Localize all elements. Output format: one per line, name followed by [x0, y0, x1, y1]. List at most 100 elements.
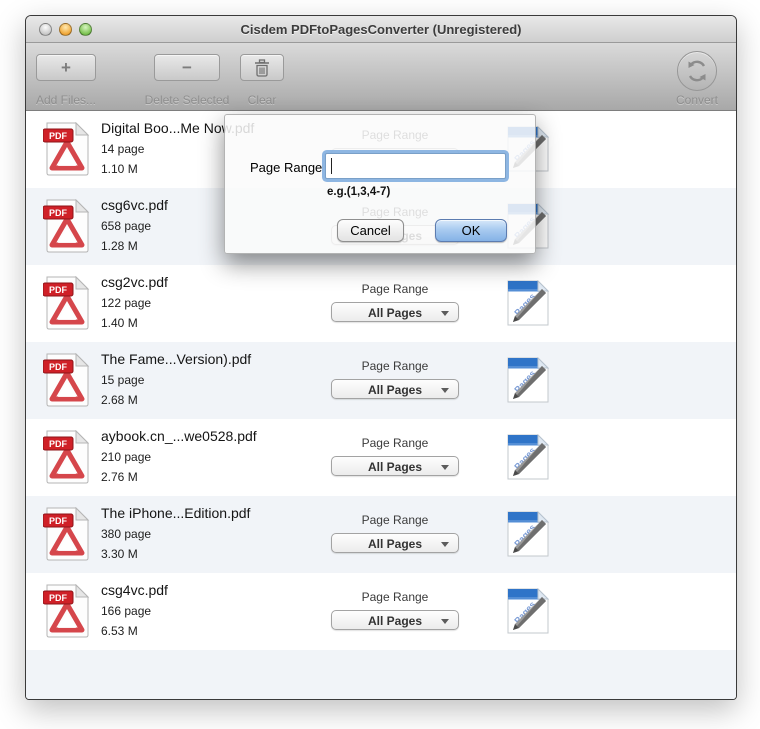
chevron-down-icon [441, 619, 449, 624]
pages-icon-slot: Pages [506, 587, 550, 640]
svg-text:PDF: PDF [49, 593, 68, 603]
chevron-down-icon [441, 311, 449, 316]
svg-text:PDF: PDF [49, 516, 68, 526]
file-info: csg4vc.pdf 166 page 6.53 M [101, 582, 168, 638]
svg-text:PDF: PDF [49, 208, 68, 218]
file-row[interactable]: PDF csg4vc.pdf 166 page 6.53 M Page Rang… [26, 573, 736, 650]
window-title: Cisdem PDFtoPagesConverter (Unregistered… [240, 22, 522, 37]
file-size: 6.53 M [101, 624, 138, 638]
file-row[interactable]: PDF The iPhone...Edition.pdf 380 page 3.… [26, 496, 736, 573]
file-name: The Fame...Version).pdf [101, 351, 252, 367]
file-info: aybook.cn_...we0528.pdf 210 page 2.76 M [101, 428, 257, 484]
file-size: 3.30 M [101, 547, 138, 561]
file-size: 2.76 M [101, 470, 138, 484]
file-row[interactable]: PDF aybook.cn_...we0528.pdf 210 page 2.7… [26, 419, 736, 496]
dropdown-value: All Pages [367, 460, 423, 474]
page-range-dropdown[interactable]: All Pages [331, 379, 459, 399]
file-size: 1.40 M [101, 316, 138, 330]
pdf-icon-slot: PDF [42, 121, 91, 181]
file-info: The Fame...Version).pdf 15 page 2.68 M [101, 351, 251, 407]
page-range-dropdown[interactable]: All Pages [331, 456, 459, 476]
pdf-icon-slot: PDF [42, 275, 91, 335]
dropdown-value: All Pages [367, 306, 423, 320]
pdf-file-icon: PDF [42, 198, 90, 253]
pages-icon-slot: Pages [506, 433, 550, 486]
file-row[interactable]: PDF csg2vc.pdf 122 page 1.40 M Page Rang… [26, 265, 736, 342]
file-name: csg2vc.pdf [101, 274, 168, 290]
dialog-hint: e.g.(1,3,4-7) [327, 186, 391, 198]
page-range-label: Page Range [361, 513, 429, 527]
file-page-count: 122 page [101, 296, 152, 310]
pdf-icon-slot: PDF [42, 583, 91, 643]
page-range-column: Page Range All Pages [331, 419, 459, 496]
pages-icon-slot: Pages [506, 279, 550, 332]
page-range-dialog: Page Range e.g.(1,3,4-7) Cancel OK [224, 114, 536, 254]
pdf-icon-slot: PDF [42, 352, 91, 412]
page-range-label: Page Range [361, 282, 429, 296]
pdf-file-icon: PDF [42, 583, 90, 638]
add-files-item: + Add Files... [26, 43, 106, 111]
page-range-label: Page Range [361, 436, 429, 450]
svg-text:PDF: PDF [49, 362, 68, 372]
pages-app-icon: Pages [507, 510, 550, 557]
delete-selected-button[interactable]: − [154, 54, 220, 81]
pages-icon-slot: Pages [506, 356, 550, 409]
minus-icon: − [182, 57, 192, 77]
add-files-button[interactable]: + [36, 54, 96, 81]
title-bar[interactable]: Cisdem PDFtoPagesConverter (Unregistered… [26, 16, 736, 43]
trash-icon [255, 58, 269, 77]
page-range-column: Page Range All Pages [331, 265, 459, 342]
pdf-file-icon: PDF [42, 506, 90, 561]
page-range-column: Page Range All Pages [331, 573, 459, 650]
page-range-dropdown[interactable]: All Pages [331, 610, 459, 630]
file-page-count: 210 page [101, 450, 152, 464]
cancel-button[interactable]: Cancel [337, 219, 404, 242]
page-range-dropdown[interactable]: All Pages [331, 533, 459, 553]
pages-app-icon: Pages [507, 433, 550, 480]
page-range-dropdown[interactable]: All Pages [331, 302, 459, 322]
page-range-label: Page Range [361, 590, 429, 604]
file-page-count: 166 page [101, 604, 152, 618]
file-name: The iPhone...Edition.pdf [101, 505, 251, 521]
pages-app-icon: Pages [507, 279, 550, 326]
file-name: csg4vc.pdf [101, 582, 168, 598]
file-size: 2.68 M [101, 393, 138, 407]
convert-button[interactable] [677, 51, 717, 91]
dropdown-value: All Pages [367, 383, 423, 397]
clear-button[interactable] [240, 54, 284, 81]
file-name: csg6vc.pdf [101, 197, 168, 213]
chevron-down-icon [441, 465, 449, 470]
pdf-file-icon: PDF [42, 429, 90, 484]
dialog-page-range-label: Page Range [250, 160, 323, 175]
svg-text:PDF: PDF [49, 131, 68, 141]
ok-button[interactable]: OK [435, 219, 507, 242]
pages-app-icon: Pages [507, 587, 550, 634]
page-range-column: Page Range All Pages [331, 496, 459, 573]
pdf-icon-slot: PDF [42, 506, 91, 566]
page-range-input[interactable] [325, 153, 506, 179]
file-info: csg2vc.pdf 122 page 1.40 M [101, 274, 168, 330]
clear-item: Clear [222, 43, 302, 111]
file-page-count: 658 page [101, 219, 152, 233]
text-caret [331, 158, 332, 174]
file-row[interactable]: PDF The Fame...Version).pdf 15 page 2.68… [26, 342, 736, 419]
chevron-down-icon [441, 542, 449, 547]
clear-label: Clear [247, 93, 277, 107]
svg-text:PDF: PDF [49, 285, 68, 295]
file-size: 1.28 M [101, 239, 138, 253]
pdf-file-icon: PDF [42, 352, 90, 407]
plus-icon: + [61, 57, 71, 77]
file-info: csg6vc.pdf 658 page 1.28 M [101, 197, 168, 253]
pdf-icon-slot: PDF [42, 198, 91, 258]
add-files-label: Add Files... [35, 93, 97, 107]
page-range-label: Page Range [361, 359, 429, 373]
page-range-column: Page Range All Pages [331, 342, 459, 419]
pdf-icon-slot: PDF [42, 429, 91, 489]
pages-icon-slot: Pages [506, 510, 550, 563]
convert-label: Convert [675, 93, 719, 107]
pdf-file-icon: PDF [42, 275, 90, 330]
file-page-count: 380 page [101, 527, 152, 541]
file-name: aybook.cn_...we0528.pdf [101, 428, 257, 444]
pages-app-icon: Pages [507, 356, 550, 403]
svg-text:PDF: PDF [49, 439, 68, 449]
